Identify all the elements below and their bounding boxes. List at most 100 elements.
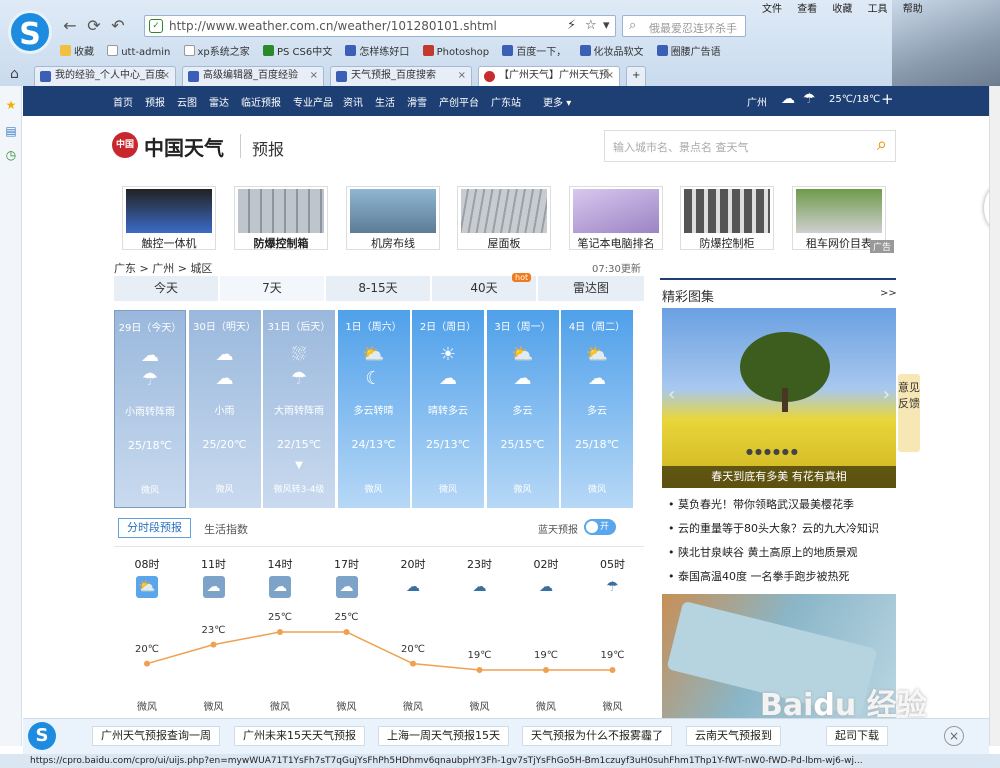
favorites-star-icon[interactable]: ★ xyxy=(4,98,18,112)
dropdown-icon[interactable]: ▾ xyxy=(603,18,610,33)
star-bookmark-icon xyxy=(60,45,71,56)
paw-icon xyxy=(336,71,347,82)
menu-favorites[interactable]: 收藏 xyxy=(832,4,852,15)
site-brand[interactable]: 中国天气 xyxy=(144,132,224,161)
close-icon[interactable]: × xyxy=(606,67,614,85)
breadcrumb[interactable]: 广东 > 广州 > 城区 xyxy=(114,260,212,276)
bookmark-item[interactable]: 怎样练好口 xyxy=(345,43,409,58)
vertical-scrollbar[interactable] xyxy=(989,86,1000,746)
suggest-link[interactable]: 起司下载 xyxy=(826,726,888,746)
refresh-icon[interactable]: ⟳ xyxy=(84,16,104,36)
china-weather-logo-icon[interactable]: 中国 xyxy=(112,132,138,158)
ad-item[interactable]: 笔记本电脑排名 xyxy=(569,186,663,250)
gallery-slide[interactable]: ‹ › ●●●●●● 春天到底有多美 有花有真相 xyxy=(662,308,896,488)
sogou-browser-logo-icon[interactable]: S xyxy=(8,10,52,54)
day-card[interactable]: 1日（周六） ⛅ ☾ 多云转晴 24/13℃ 微风 xyxy=(337,310,410,508)
status-bar-url: https://cpro.baidu.com/cpro/ui/uijs.php?… xyxy=(0,754,1000,768)
home-icon[interactable]: ⌂ xyxy=(10,66,19,82)
nav-ski[interactable]: 滑雪 xyxy=(407,94,427,109)
tab-radar[interactable]: 雷达图 xyxy=(538,276,644,301)
undo-icon[interactable]: ↶ xyxy=(108,16,128,36)
current-city[interactable]: 广州 xyxy=(747,94,767,109)
bookmark-item[interactable]: Photoshop xyxy=(422,45,489,58)
browser-tab[interactable]: 我的经验_个人中心_百度 × xyxy=(34,66,176,86)
ad-item[interactable]: 防爆控制箱 xyxy=(234,186,328,250)
ad-item[interactable]: 触控一体机 xyxy=(122,186,216,250)
day-temp: 25/15℃ xyxy=(500,438,545,451)
nav-life[interactable]: 生活 xyxy=(375,94,395,109)
nav-cloud[interactable]: 云图 xyxy=(177,94,197,109)
browser-search-box[interactable]: ⌕ 俄最爱忍连环杀手 xyxy=(622,15,746,37)
history-clock-icon[interactable]: ◷ xyxy=(4,148,18,162)
nav-products[interactable]: 专业产品 xyxy=(293,94,333,109)
day-card[interactable]: 3日（周一） ⛅ ☁ 多云 25/15℃ 微风 xyxy=(486,310,559,508)
tab-today[interactable]: 今天 xyxy=(114,276,218,301)
tab-7days[interactable]: 7天 xyxy=(220,276,324,301)
slide-dots[interactable]: ●●●●●● xyxy=(746,447,800,456)
day-card[interactable]: 4日（周二） ⛅ ☁ 多云 25/18℃ 微风 xyxy=(561,310,633,508)
nav-home[interactable]: 首页 xyxy=(113,94,133,109)
feedback-button[interactable]: 意见反馈 xyxy=(898,374,920,452)
suggest-link[interactable]: 广州未来15天天气预报 xyxy=(234,726,365,746)
news-item[interactable]: 泰国高温40度 一名拳手跑步被热死 xyxy=(668,568,898,592)
close-icon[interactable]: × xyxy=(310,67,318,85)
nav-radar[interactable]: 雷达 xyxy=(209,94,229,109)
nav-nowcast[interactable]: 临近预报 xyxy=(241,94,281,109)
suggest-link[interactable]: 广州天气预报查询一周 xyxy=(92,726,220,746)
gallery-more-link[interactable]: >> xyxy=(880,288,897,299)
bookmark-item[interactable]: utt-admin xyxy=(107,45,170,58)
nav-platform[interactable]: 产创平台 xyxy=(439,94,479,109)
news-item[interactable]: 莫负春光！带你领略武汉最美樱花季 xyxy=(668,496,898,520)
browser-tab[interactable]: 天气预报_百度搜索 × xyxy=(330,66,472,86)
menu-tools[interactable]: 工具 xyxy=(868,4,888,15)
browser-tab[interactable]: 高级编辑器_百度经验 × xyxy=(182,66,324,86)
bluesky-toggle[interactable]: 开 xyxy=(584,519,616,535)
lightning-icon[interactable]: ⚡ xyxy=(567,18,576,33)
close-icon[interactable]: × xyxy=(162,67,170,85)
tab-life-index[interactable]: 生活指数 xyxy=(204,521,248,537)
day-card[interactable]: 31日（后天） ⛆ ☂ 大雨转阵雨 22/15℃ ▼ 微风转3-4级 xyxy=(263,310,335,508)
browser-tab-active[interactable]: 【广州天气】广州天气预 × xyxy=(478,66,620,86)
suggest-link[interactable]: 天气预报为什么不报雾霾了 xyxy=(522,726,672,746)
news-item[interactable]: 陕北甘泉峡谷 黄土高原上的地质景观 xyxy=(668,544,898,568)
ad-item[interactable]: 机房布线 xyxy=(346,186,440,250)
bookmark-item[interactable]: 圈腰广告语 xyxy=(656,43,721,58)
bookmark-item[interactable]: PS CS6中文 xyxy=(262,43,332,58)
nav-forecast[interactable]: 预报 xyxy=(145,94,165,109)
suggest-link[interactable]: 云南天气预报到 xyxy=(686,726,781,746)
bookmark-item[interactable]: 化妆品软文 xyxy=(579,43,644,58)
prev-arrow-icon[interactable]: ‹ xyxy=(668,384,675,405)
city-search-input[interactable]: 输入城市名、景点名 查天气 ⌕ xyxy=(604,130,896,162)
news-item[interactable]: 云的重量等于80头大象？云的九大冷知识 xyxy=(668,520,898,544)
back-arrow-icon[interactable]: ← xyxy=(60,16,80,36)
new-tab-button[interactable]: + xyxy=(626,66,646,86)
nav-news[interactable]: 资讯 xyxy=(343,94,363,109)
add-city-icon[interactable]: + xyxy=(881,90,894,108)
star-icon[interactable]: ☆ xyxy=(585,18,597,33)
tab-hourly[interactable]: 分时段预报 xyxy=(118,518,191,538)
tab-8-15days[interactable]: 8-15天 xyxy=(326,276,430,301)
day-card[interactable]: 29日（今天） ☁ ☂ 小雨转阵雨 25/18℃ 微风 xyxy=(114,310,186,508)
reading-list-icon[interactable]: ▤ xyxy=(4,124,18,138)
ad-label: 屋面板 xyxy=(487,237,521,250)
menu-help[interactable]: 帮助 xyxy=(903,4,923,15)
menu-file[interactable]: 文件 xyxy=(762,4,782,15)
ad-item[interactable]: 防爆控制柜 xyxy=(680,186,774,250)
ad-item[interactable]: 屋面板 xyxy=(457,186,551,250)
search-icon[interactable]: ⌕ xyxy=(877,134,887,155)
bookmark-item[interactable]: 收藏 xyxy=(60,43,94,58)
address-bar[interactable]: ✓ http://www.weather.com.cn/weather/1012… xyxy=(144,15,616,37)
day-card[interactable]: 2日（周日） ☀ ☁ 晴转多云 25/13℃ 微风 xyxy=(412,310,484,508)
menu-view[interactable]: 查看 xyxy=(797,4,817,15)
address-url[interactable]: http://www.weather.com.cn/weather/101280… xyxy=(169,19,497,33)
sogou-logo-icon[interactable]: S xyxy=(28,722,56,750)
close-icon[interactable]: × xyxy=(458,67,466,85)
nav-more[interactable]: 更多 ▾ xyxy=(543,94,571,109)
close-icon[interactable]: × xyxy=(944,726,964,746)
day-card[interactable]: 30日（明天） ☁ ☁ 小雨 25/20℃ 微风 xyxy=(188,310,261,508)
suggest-link[interactable]: 上海一周天气预报15天 xyxy=(378,726,509,746)
nav-guangdong[interactable]: 广东站 xyxy=(491,94,521,109)
bookmark-item[interactable]: 百度一下， xyxy=(502,43,566,58)
bookmark-item[interactable]: xp系统之家 xyxy=(183,43,250,58)
next-arrow-icon[interactable]: › xyxy=(883,384,890,405)
